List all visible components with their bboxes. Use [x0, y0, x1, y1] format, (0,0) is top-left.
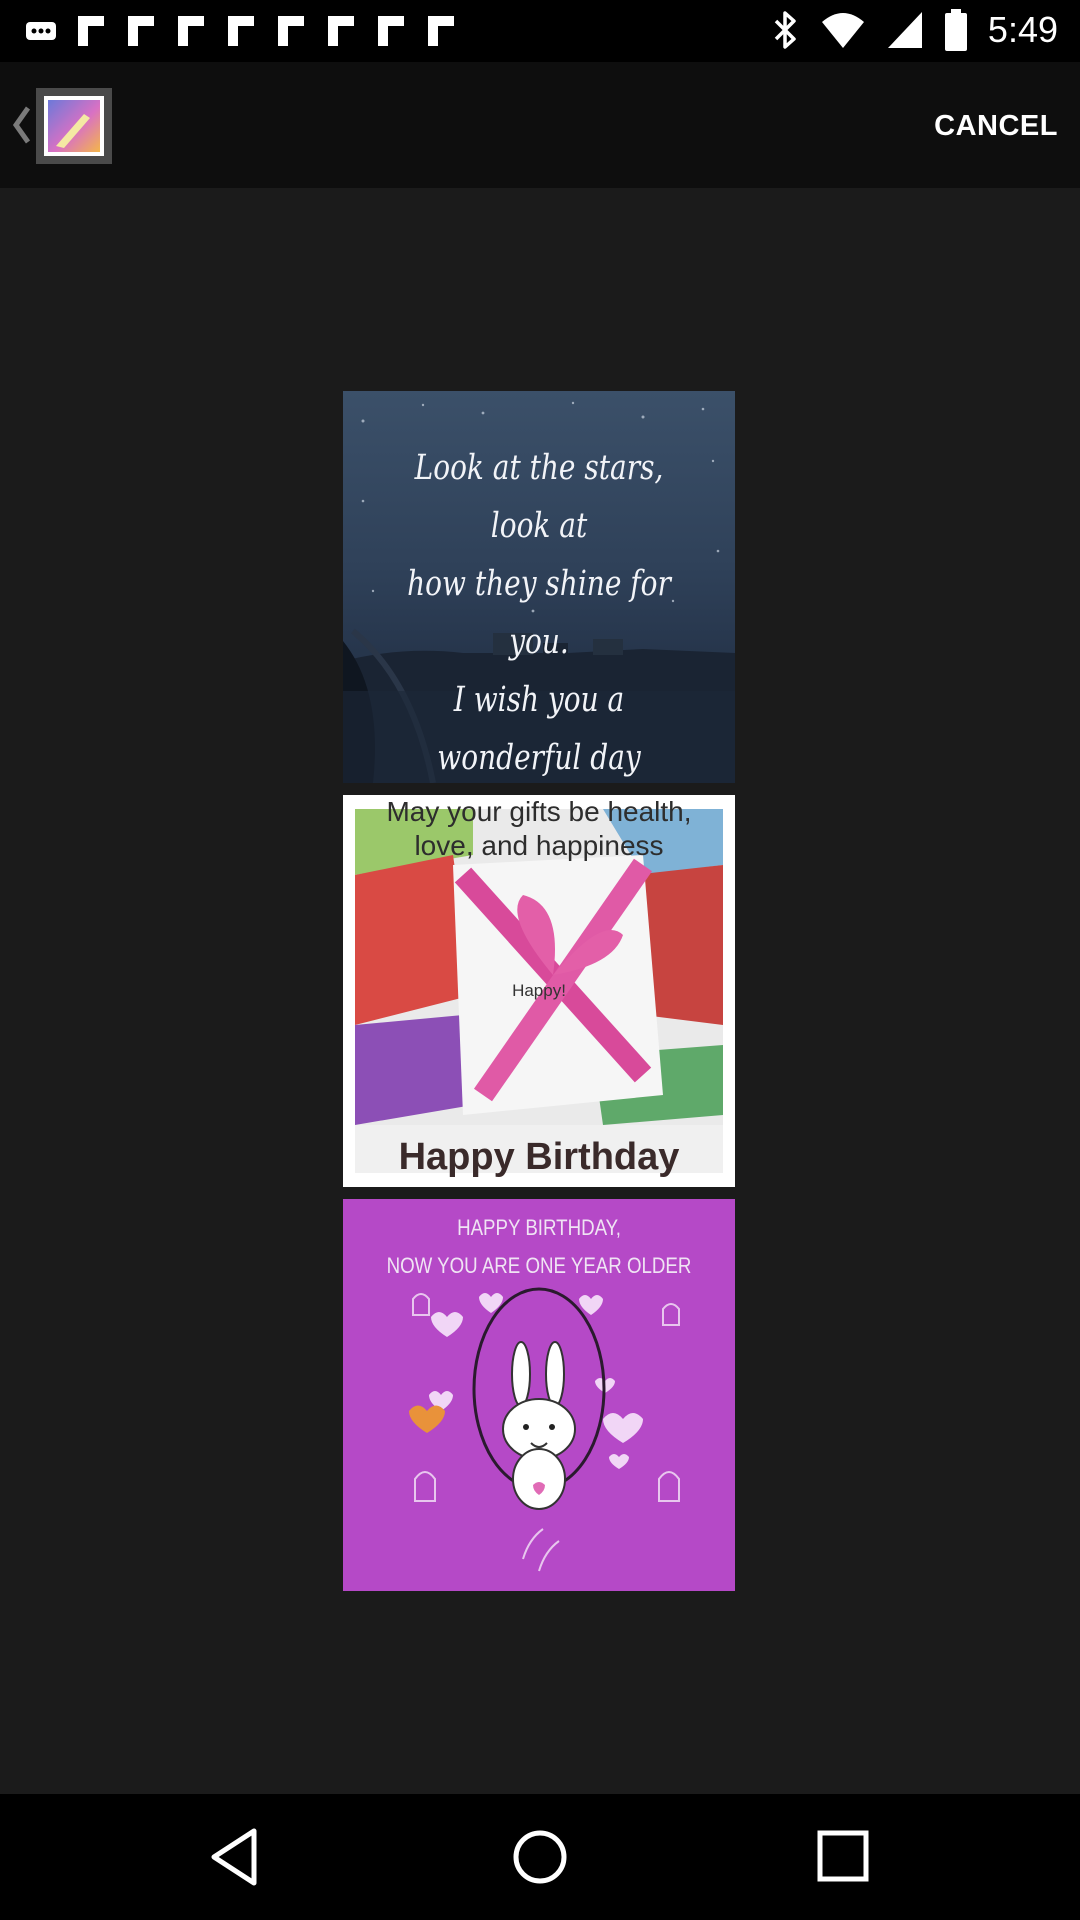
flipboard-icon: [128, 16, 154, 46]
greeting-card-stars[interactable]: Look at the stars, look at how they shin…: [343, 391, 735, 783]
card-gifts-tag-text: Happy!: [512, 981, 566, 1000]
action-bar: CANCEL: [0, 62, 1080, 188]
cell-signal-icon: [887, 12, 922, 48]
status-right: 5:49: [770, 8, 1058, 52]
back-icon[interactable]: [196, 1817, 276, 1897]
greeting-card-bunny[interactable]: HAPPY BIRTHDAY, NOW YOU ARE ONE YEAR OLD…: [343, 1199, 735, 1591]
card-gifts-top-text: May your gifts be health, love, and happ…: [386, 796, 692, 861]
home-icon[interactable]: [500, 1817, 580, 1897]
cancel-button[interactable]: CANCEL: [934, 102, 1058, 150]
battery-icon: [944, 9, 967, 51]
flipboard-icon: [378, 16, 404, 46]
flipboard-icon: [228, 16, 254, 46]
card-gifts-bottom-text: Happy Birthday: [398, 1136, 680, 1178]
image-preview-area: Look at the stars, look at how they shin…: [0, 188, 1080, 1794]
gallery-icon[interactable]: [36, 88, 112, 164]
navigation-bar: [0, 1794, 1080, 1920]
status-bar: 5:49: [0, 0, 1080, 62]
bluetooth-icon: [774, 11, 796, 49]
flipboard-icon: [428, 16, 454, 46]
card-bunny-text: HAPPY BIRTHDAY, NOW YOU ARE ONE YEAR OLD…: [386, 1215, 692, 1278]
greeting-card-gifts[interactable]: May your gifts be health, love, and happ…: [343, 795, 735, 1187]
back-arrow-icon[interactable]: [8, 100, 34, 150]
notification-icons: [24, 14, 458, 48]
wifi-icon: [821, 13, 864, 48]
flipboard-icon: [278, 16, 304, 46]
flipboard-icon: [78, 16, 104, 46]
more-icon: [26, 22, 56, 40]
flipboard-icon: [328, 16, 354, 46]
status-time: 5:49: [987, 9, 1058, 50]
recents-icon[interactable]: [804, 1817, 884, 1897]
card-stars-text: Look at the stars, look at how they shin…: [407, 448, 671, 778]
flipboard-icon: [178, 16, 204, 46]
